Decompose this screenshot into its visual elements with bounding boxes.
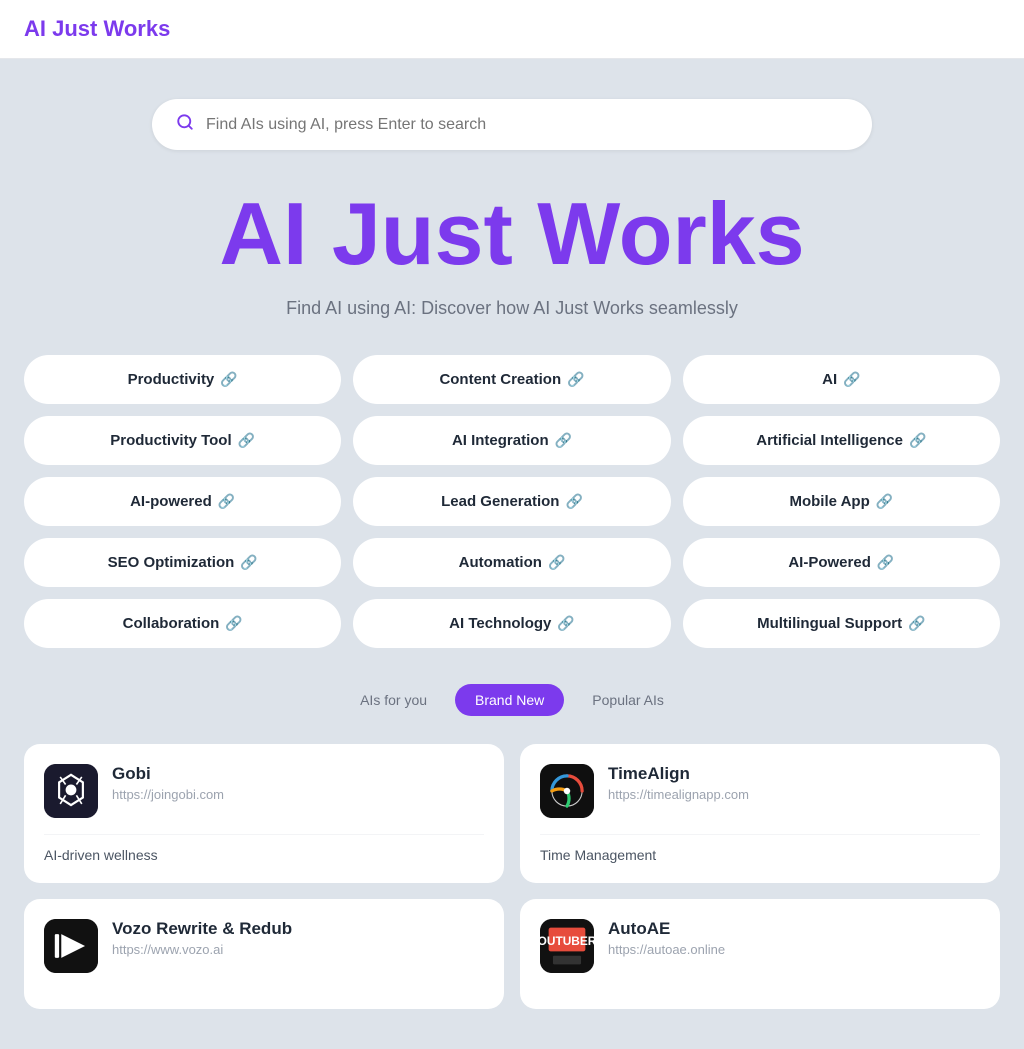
link-icon: 🔗 xyxy=(909,432,926,449)
tag-productivity-tool[interactable]: Productivity Tool 🔗 xyxy=(24,416,341,465)
tag-label: SEO Optimization xyxy=(108,554,235,571)
card-logo-timealign xyxy=(540,764,594,818)
card-gobi[interactable]: Gobi https://joingobi.com AI-driven well… xyxy=(24,744,504,883)
link-icon: 🔗 xyxy=(843,371,860,388)
filter-tab-ais-for-you[interactable]: AIs for you xyxy=(340,684,447,716)
link-icon: 🔗 xyxy=(238,432,255,449)
card-url-vozo: https://www.vozo.ai xyxy=(112,942,484,957)
link-icon: 🔗 xyxy=(548,554,565,571)
card-timealign[interactable]: TimeAlign https://timealignapp.com Time … xyxy=(520,744,1000,883)
card-url-gobi: https://joingobi.com xyxy=(112,787,484,802)
tag-label: Multilingual Support xyxy=(757,615,902,632)
tag-label: Productivity Tool xyxy=(110,432,231,449)
tag-ai-powered-2[interactable]: AI-Powered 🔗 xyxy=(683,538,1000,587)
card-logo-autoae: YOUTUBERS xyxy=(540,919,594,973)
tag-ai-technology[interactable]: AI Technology 🔗 xyxy=(353,599,670,648)
tag-ai-powered[interactable]: AI-powered 🔗 xyxy=(24,477,341,526)
tag-label: AI-Powered xyxy=(788,554,871,571)
tag-label: AI xyxy=(822,371,837,388)
tag-label: Productivity xyxy=(128,371,215,388)
card-name-gobi: Gobi xyxy=(112,764,484,784)
tag-content-creation[interactable]: Content Creation 🔗 xyxy=(353,355,670,404)
card-name-timealign: TimeAlign xyxy=(608,764,980,784)
tag-label: Lead Generation xyxy=(441,493,559,510)
tag-seo-optimization[interactable]: SEO Optimization 🔗 xyxy=(24,538,341,587)
card-desc-timealign: Time Management xyxy=(540,834,980,863)
tag-artificial-intelligence[interactable]: Artificial Intelligence 🔗 xyxy=(683,416,1000,465)
link-icon: 🔗 xyxy=(908,615,925,632)
link-icon: 🔗 xyxy=(225,615,242,632)
filter-tab-popular-ais[interactable]: Popular AIs xyxy=(572,684,684,716)
card-logo-gobi xyxy=(44,764,98,818)
search-input[interactable] xyxy=(206,116,848,134)
tag-label: Artificial Intelligence xyxy=(756,432,903,449)
card-name-autoae: AutoAE xyxy=(608,919,980,939)
card-header: Gobi https://joingobi.com xyxy=(44,764,484,818)
link-icon: 🔗 xyxy=(567,371,584,388)
cards-grid: Gobi https://joingobi.com AI-driven well… xyxy=(24,744,1000,1009)
tags-grid: Productivity🔗Content Creation🔗AI🔗Product… xyxy=(24,355,1000,648)
search-container xyxy=(152,99,872,150)
link-icon: 🔗 xyxy=(876,493,893,510)
site-logo[interactable]: AI Just Works xyxy=(24,16,170,41)
filter-tab-brand-new[interactable]: Brand New xyxy=(455,684,564,716)
card-info: Gobi https://joingobi.com xyxy=(112,764,484,802)
card-desc-gobi: AI-driven wellness xyxy=(44,834,484,863)
hero-section: AI Just Works Find AI using AI: Discover… xyxy=(24,190,1000,319)
tag-lead-generation[interactable]: Lead Generation 🔗 xyxy=(353,477,670,526)
svg-text:YOUTUBERS: YOUTUBERS xyxy=(540,934,594,948)
tag-multilingual-support[interactable]: Multilingual Support 🔗 xyxy=(683,599,1000,648)
search-icon xyxy=(176,113,194,136)
tag-label: Content Creation xyxy=(439,371,561,388)
link-icon: 🔗 xyxy=(877,554,894,571)
card-url-autoae: https://autoae.online xyxy=(608,942,980,957)
card-header: TimeAlign https://timealignapp.com xyxy=(540,764,980,818)
link-icon: 🔗 xyxy=(557,615,574,632)
tag-label: AI-powered xyxy=(130,493,212,510)
card-info: AutoAE https://autoae.online xyxy=(608,919,980,957)
filter-tabs: AIs for youBrand NewPopular AIs xyxy=(24,684,1000,716)
tag-mobile-app[interactable]: Mobile App 🔗 xyxy=(683,477,1000,526)
link-icon: 🔗 xyxy=(240,554,257,571)
card-autoae[interactable]: YOUTUBERS AutoAE https://autoae.online xyxy=(520,899,1000,1009)
card-header: YOUTUBERS AutoAE https://autoae.online xyxy=(540,919,980,973)
tag-automation[interactable]: Automation 🔗 xyxy=(353,538,670,587)
tag-label: Collaboration xyxy=(123,615,220,632)
tag-collaboration[interactable]: Collaboration 🔗 xyxy=(24,599,341,648)
card-header: Vozo Rewrite & Redub https://www.vozo.ai xyxy=(44,919,484,973)
hero-title: AI Just Works xyxy=(24,190,1000,278)
card-vozo[interactable]: Vozo Rewrite & Redub https://www.vozo.ai xyxy=(24,899,504,1009)
tag-label: AI Technology xyxy=(449,615,551,632)
tag-label: Automation xyxy=(459,554,542,571)
tag-productivity[interactable]: Productivity 🔗 xyxy=(24,355,341,404)
main-content: AI Just Works Find AI using AI: Discover… xyxy=(0,59,1024,1049)
link-icon: 🔗 xyxy=(555,432,572,449)
tag-ai[interactable]: AI 🔗 xyxy=(683,355,1000,404)
card-info: TimeAlign https://timealignapp.com xyxy=(608,764,980,802)
card-logo-vozo xyxy=(44,919,98,973)
tag-label: AI Integration xyxy=(452,432,549,449)
header: AI Just Works xyxy=(0,0,1024,59)
card-info: Vozo Rewrite & Redub https://www.vozo.ai xyxy=(112,919,484,957)
hero-subtitle: Find AI using AI: Discover how AI Just W… xyxy=(24,298,1000,319)
link-icon: 🔗 xyxy=(220,371,237,388)
card-url-timealign: https://timealignapp.com xyxy=(608,787,980,802)
tag-label: Mobile App xyxy=(789,493,869,510)
link-icon: 🔗 xyxy=(565,493,582,510)
link-icon: 🔗 xyxy=(218,493,235,510)
tag-ai-integration[interactable]: AI Integration 🔗 xyxy=(353,416,670,465)
search-bar xyxy=(152,99,872,150)
card-name-vozo: Vozo Rewrite & Redub xyxy=(112,919,484,939)
